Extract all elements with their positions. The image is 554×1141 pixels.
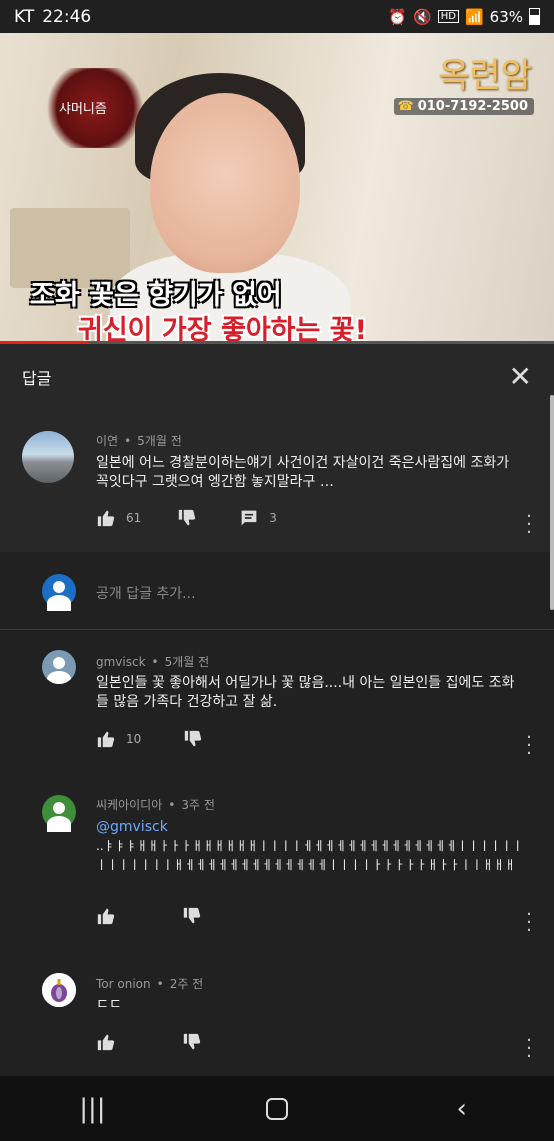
dislike-button[interactable] [182,907,202,925]
system-nav-bar: ||| ‹ [0,1076,554,1141]
main-comment: 이연 • 5개월 전 일본에 어느 경찰분이하는얘기 사건이건 자살이건 죽은사람집… [0,409,554,552]
more-options-icon[interactable]: · · · [526,1032,532,1066]
reply-input-area: 공개 답글 추가... [0,552,554,630]
wifi-icon: 📶 [464,7,484,26]
channel-logo: 샤머니즘 [45,68,145,148]
avatar[interactable] [42,650,76,684]
thumbs-up-icon [97,510,115,527]
comment-meta: gmvisck • 5개월 전 [96,655,210,669]
recent-apps-icon[interactable]: ||| [62,1089,122,1129]
scrollbar[interactable] [550,395,554,610]
comment-time: 2주 전 [169,977,204,991]
comment-time: 3주 전 [181,798,215,812]
more-options-icon[interactable]: · · · [526,906,532,940]
more-options-icon[interactable]: · · · [526,508,532,542]
person-face [150,93,300,273]
caption-line-2: 귀신이 가장 좋아하는 꽃! [78,315,367,344]
like-button[interactable]: 10 [96,730,141,748]
phone-number: ☎ 010-7192-2500 [393,98,534,115]
avatar[interactable] [42,795,76,832]
battery-icon [529,8,540,25]
comment-actions: 61 3 [96,509,277,527]
dislike-button[interactable] [182,1033,202,1051]
thumbs-down-icon [179,509,196,526]
author-name: 이연 [96,434,119,448]
hd-icon: HD [437,10,459,23]
comment-text: 일본인들 꽃 좋아해서 어딜가나 꽃 많음....내 아는 일본인들 집에도 조… [96,675,515,710]
thumbs-down-icon [183,907,201,924]
comment-actions [96,1033,202,1051]
avatar[interactable] [22,431,74,483]
replies-header: 답글 ✕ [0,344,554,409]
like-button[interactable] [96,907,116,925]
home-icon[interactable] [247,1089,307,1129]
mention-link[interactable]: @gmvisck [96,818,168,837]
phone-icon: ☎ [397,99,414,114]
comment-meta: Tor onion • 2주 전 [96,977,204,991]
brand-title: 옥련암 [438,56,532,96]
mute-icon: 🔇 [413,7,432,26]
panel-title: 답글 [22,368,52,388]
comment-meta: 이연 • 5개월 전 [96,434,182,448]
comment-meta: 씨케아이디아 • 3주 전 [96,798,215,812]
thumbs-down-icon [185,730,202,747]
author-name: gmvisck [96,655,146,669]
comment-text: ㄷㄷ [96,997,122,1013]
back-icon[interactable]: ‹ [432,1089,492,1129]
comment-actions: 10 [96,730,203,748]
reply-item: 씨케아이디아 • 3주 전 @gmvisck ..ㅑㅑㅑㅐㅐㅏㅏㅏㅐㅐㅐㅐㅐㅐㅣㅣㅣ… [0,775,554,950]
more-options-icon[interactable]: · · · [526,729,532,763]
alarm-icon: ⏰ [388,7,408,26]
carrier-label: KT [14,6,35,27]
video-player[interactable]: 샤머니즘 옥련암 ☎ 010-7192-2500 조화 꽃은 향기가 없어 귀신이… [0,33,554,344]
onion-icon [42,973,76,1007]
like-count: 61 [126,511,142,525]
reply-item: gmvisck • 5개월 전 일본인들 꽃 좋아해서 어딜가나 꽃 많음....내… [0,630,554,770]
avatar [42,574,76,611]
reply-item: Tor onion • 2주 전 ㄷㄷ · · · [0,955,554,1070]
reply-count-button[interactable]: 3 [239,509,277,527]
comment-icon [241,510,257,526]
battery-label: 63% [489,7,523,26]
like-button[interactable]: 61 [96,509,141,527]
close-icon[interactable]: ✕ [509,362,532,391]
comment-text: 일본에 어느 경찰분이하는얘기 사건이건 자살이건 죽은사람집에 조화가 꼭잇다… [96,455,510,490]
comment-text: ..ㅑㅑㅑㅐㅐㅏㅏㅏㅐㅐㅐㅐㅐㅐㅣㅣㅣㅣㅔㅔㅔㅔㅔㅔㅔㅔㅔㅔㅔㅔㅔㅔㅣㅣㅣㅣㅣㅣ… [96,839,524,872]
comment-time: 5개월 전 [137,434,182,448]
reply-count: 3 [269,511,277,525]
thumbs-up-icon [97,1034,115,1051]
avatar[interactable] [42,973,76,1007]
comment-time: 5개월 전 [164,655,210,669]
dislike-button[interactable] [177,509,197,527]
thumbs-down-icon [183,1033,201,1050]
like-count: 10 [126,732,142,746]
thumbs-up-icon [97,731,115,748]
reply-input[interactable]: 공개 답글 추가... [96,583,196,603]
like-button[interactable] [96,1033,116,1051]
clock: 22:46 [42,6,92,27]
status-bar: KT 22:46 ⏰ 🔇 HD 📶 63% [0,0,554,33]
author-name: 씨케아이디아 [96,798,163,812]
caption-line-1: 조화 꽃은 향기가 없어 [30,280,282,311]
dislike-button[interactable] [183,730,203,748]
author-name: Tor onion [96,977,151,991]
thumbs-up-icon [97,908,115,925]
comment-actions [96,907,202,925]
